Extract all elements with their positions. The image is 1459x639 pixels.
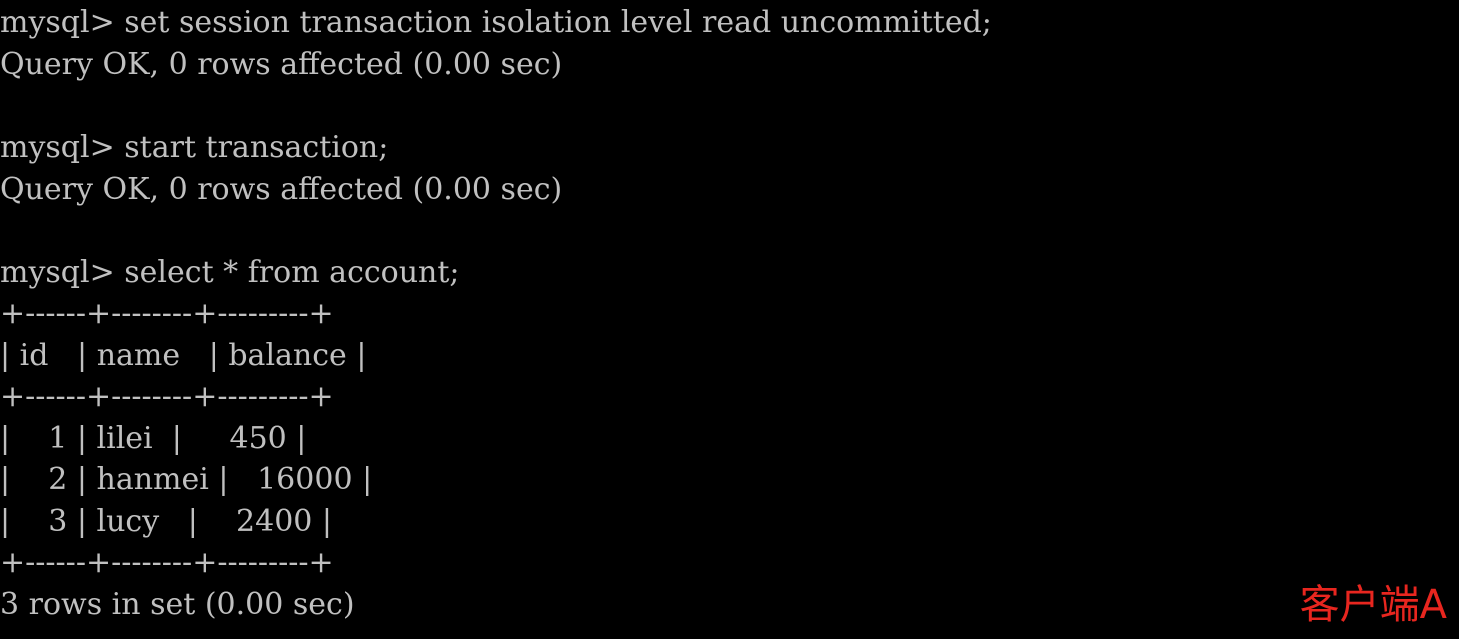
terminal-window[interactable]: mysql> set session transaction isolation…	[0, 0, 1459, 639]
command-line-start-transaction: mysql> start transaction;	[0, 130, 389, 165]
table-header-divider: +------+--------+---------+	[0, 379, 334, 414]
table-row: | 1 | lilei | 450 |	[0, 421, 307, 456]
table-border-top: +------+--------+---------+	[0, 296, 334, 331]
command-line-select: mysql> select * from account;	[0, 255, 460, 290]
table-border-bottom: +------+--------+---------+	[0, 545, 334, 580]
table-header-row: | id | name | balance |	[0, 338, 367, 373]
rows-in-set-line: 3 rows in set (0.00 sec)	[0, 587, 355, 622]
query-ok-line: Query OK, 0 rows affected (0.00 sec)	[0, 172, 563, 207]
table-row: | 3 | lucy | 2400 |	[0, 504, 333, 539]
client-a-label: 客户端A	[1299, 582, 1447, 628]
table-row: | 2 | hanmei | 16000 |	[0, 462, 373, 497]
command-line-set-isolation: mysql> set session transaction isolation…	[0, 5, 992, 40]
query-ok-line: Query OK, 0 rows affected (0.00 sec)	[0, 47, 563, 82]
